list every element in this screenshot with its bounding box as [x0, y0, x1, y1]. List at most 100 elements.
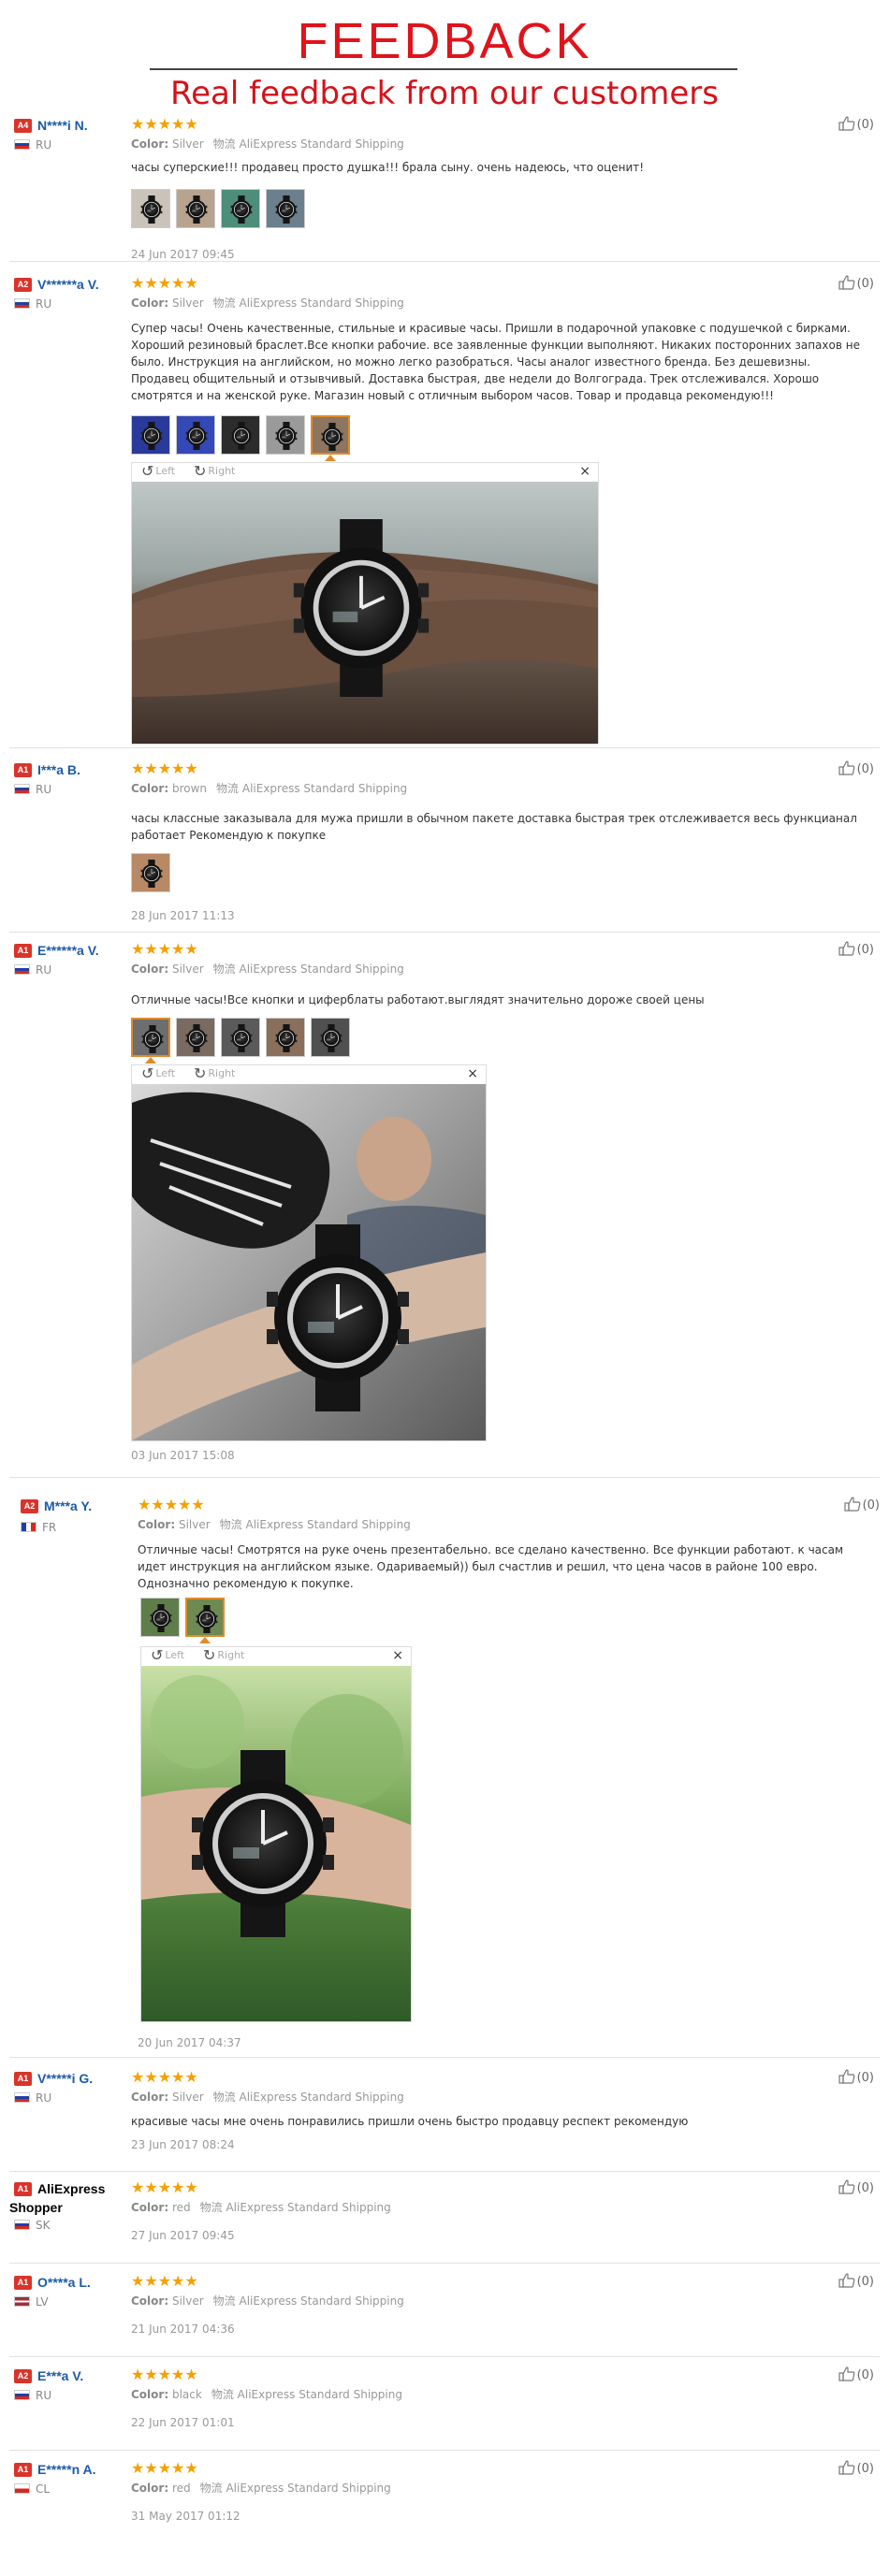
viewer-toolbar: ↺ Left ↻ Right × — [141, 1647, 411, 1664]
review-photo-thumb[interactable] — [131, 189, 170, 228]
order-meta: Color: Silver 物流 AliExpress Standard Ship… — [131, 2090, 404, 2105]
helpful-button[interactable]: (0) — [844, 1497, 880, 1514]
buyer-country: RU — [14, 2389, 51, 2402]
rotate-right-button[interactable]: ↻ Right — [194, 1065, 235, 1082]
close-icon[interactable]: × — [467, 1065, 478, 1082]
review-photo-thumb[interactable] — [221, 189, 260, 228]
buyer-name[interactable]: E***a V. — [37, 2366, 140, 2385]
review-photo-thumb[interactable] — [131, 415, 170, 455]
buyer-name[interactable]: O****a L. — [37, 2273, 140, 2292]
review-photo-thumb-selected[interactable] — [311, 415, 350, 455]
review-photo-thumb[interactable] — [266, 1018, 305, 1057]
review-date: 21 Jun 2017 04:36 — [131, 2323, 235, 2336]
rotate-left-label: Left — [155, 1067, 176, 1079]
review-photo-thumb[interactable] — [266, 415, 305, 455]
buyer-level-badge: A4 — [14, 119, 32, 133]
helpful-count: (0) — [856, 2181, 874, 2195]
review-photo-thumb-selected[interactable] — [185, 1598, 225, 1637]
shipping-method-label: 物流 — [216, 782, 240, 795]
helpful-button[interactable]: (0) — [838, 116, 874, 134]
review-photo-thumb[interactable] — [140, 1598, 180, 1637]
shipping-value: AliExpress Standard Shipping — [239, 297, 404, 310]
review-item: A1 I***a B. RU ★★★★★ Color: brown 物流 AliE… — [9, 755, 880, 933]
buyer-country: SK — [14, 2219, 51, 2232]
star-rating: ★★★★★ — [131, 940, 198, 958]
enlarged-review-photo — [132, 482, 598, 744]
review-photo-thumb[interactable] — [176, 1018, 215, 1057]
buyer-name[interactable]: E*****n A. — [37, 2460, 140, 2479]
helpful-button[interactable]: (0) — [838, 275, 874, 293]
review-date: 28 Jun 2017 11:13 — [131, 909, 235, 922]
review-photo-thumb-selected[interactable] — [131, 1018, 170, 1057]
feedback-title: FEEDBACK — [297, 13, 592, 69]
buyer-name[interactable]: I***a B. — [37, 760, 140, 779]
feedback-subtitle: Real feedback from our customers — [170, 75, 719, 112]
helpful-button[interactable]: (0) — [838, 941, 874, 959]
thumbs-up-icon — [838, 941, 855, 956]
buyer-name[interactable]: E******a V. — [37, 941, 140, 960]
lv-flag-icon — [14, 2296, 30, 2307]
review-text: Отличные часы! Смотрятся на руке очень п… — [138, 1543, 844, 1590]
helpful-button[interactable]: (0) — [838, 760, 874, 778]
watch-photo — [132, 1092, 486, 1440]
star-rating: ★★★★★ — [131, 2272, 198, 2290]
review-photo-strip — [131, 415, 356, 461]
star-rating: ★★★★★ — [131, 274, 198, 292]
rotate-right-label: Right — [217, 1649, 245, 1661]
fr-flag-icon — [21, 1522, 36, 1532]
review-item: A4 N****i N. RU ★★★★★ Color: Silver 物流 Al… — [9, 110, 880, 262]
review-photo-thumb[interactable] — [131, 853, 170, 892]
review-photo-thumb[interactable] — [266, 189, 305, 228]
order-meta: Color: Silver 物流 AliExpress Standard Ship… — [131, 137, 404, 152]
helpful-button[interactable]: (0) — [838, 2273, 874, 2291]
review-photo-thumb[interactable] — [176, 415, 215, 455]
thumbs-up-icon — [838, 116, 855, 131]
rotate-left-button[interactable]: ↺ Left — [151, 1647, 184, 1664]
buyer-name[interactable]: N****i N. — [37, 116, 140, 135]
color-label: Color: — [131, 297, 169, 310]
buyer-country: RU — [14, 2091, 51, 2105]
close-icon[interactable]: × — [579, 463, 590, 480]
close-icon[interactable]: × — [392, 1647, 403, 1664]
buyer-country: CL — [14, 2482, 50, 2496]
review-photo-thumb[interactable] — [311, 1018, 350, 1057]
shipping-value: AliExpress Standard Shipping — [226, 2201, 391, 2214]
rotate-left-button[interactable]: ↺ Left — [141, 463, 175, 480]
review-photo-thumb[interactable] — [221, 1018, 260, 1057]
buyer-name[interactable]: V******a V. — [37, 275, 140, 294]
review-photo-strip — [131, 1018, 356, 1064]
star-rating: ★★★★★ — [131, 2459, 198, 2477]
buyer-country: FR — [21, 1521, 56, 1534]
color-label: Color: — [131, 2201, 169, 2214]
review-item: A1 AliExpress Shopper SK ★★★★★ Color: re… — [9, 2174, 880, 2264]
helpful-button[interactable]: (0) — [838, 2366, 874, 2384]
shipping-method-label: 物流 — [212, 2294, 236, 2308]
rotate-right-button[interactable]: ↻ Right — [194, 463, 235, 480]
review-photo-thumb[interactable] — [221, 415, 260, 455]
helpful-count: (0) — [856, 277, 874, 291]
thumbs-up-icon — [838, 2460, 855, 2475]
helpful-button[interactable]: (0) — [838, 2460, 874, 2478]
color-value: Silver — [171, 297, 204, 310]
review-date: 03 Jun 2017 15:08 — [131, 1449, 235, 1462]
helpful-button[interactable]: (0) — [838, 2069, 874, 2087]
thumbs-up-icon — [838, 2069, 855, 2084]
ru-flag-icon — [14, 784, 30, 794]
country-code: RU — [36, 138, 52, 152]
helpful-count: (0) — [862, 1498, 880, 1512]
buyer-level-badge: A2 — [14, 278, 32, 292]
review-photo-thumb[interactable] — [176, 189, 215, 228]
rotate-left-button[interactable]: ↺ Left — [141, 1065, 175, 1082]
shipping-value: AliExpress Standard Shipping — [241, 782, 408, 795]
buyer-name[interactable]: M***a Y. — [44, 1497, 147, 1515]
rotate-right-button[interactable]: ↻ Right — [203, 1647, 244, 1664]
buyer-name[interactable]: AliExpress Shopper — [9, 2179, 122, 2217]
buyer-name[interactable]: V*****i G. — [37, 2069, 140, 2088]
enlarged-review-photo — [141, 1666, 411, 2021]
helpful-button[interactable]: (0) — [838, 2179, 874, 2197]
rotate-left-label: Left — [155, 465, 176, 477]
review-item: A1 O****a L. LV ★★★★★ Color: Silver 物流 Al… — [9, 2267, 880, 2357]
color-value: red — [171, 2482, 191, 2495]
buyer-country: RU — [14, 297, 51, 311]
review-date: 22 Jun 2017 01:01 — [131, 2416, 235, 2429]
